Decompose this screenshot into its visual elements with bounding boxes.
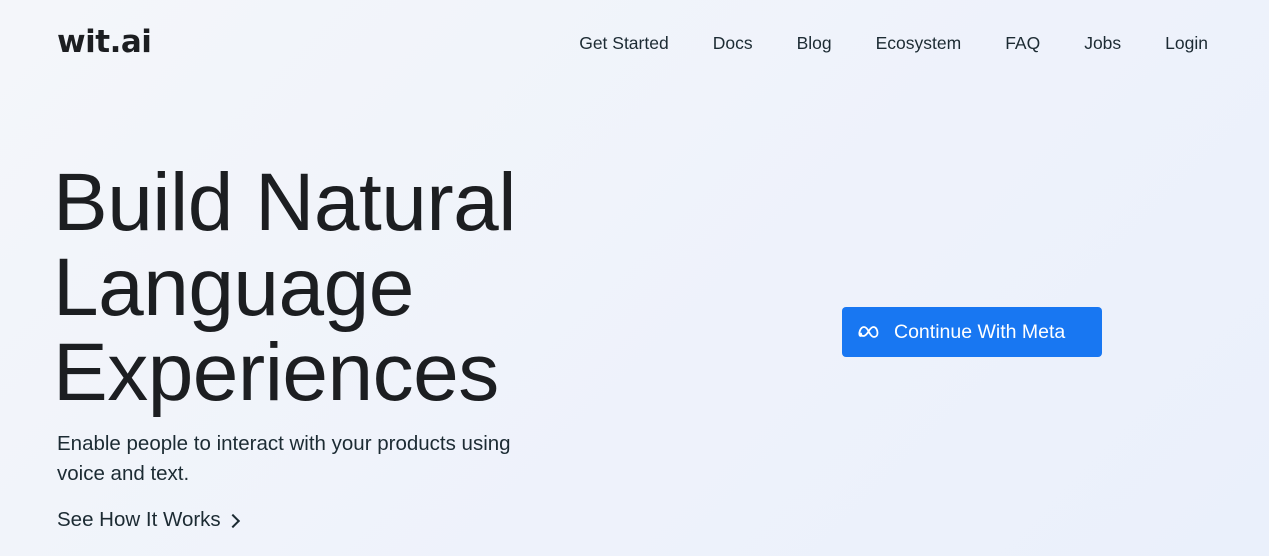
wit-ai-logo[interactable]: wit.ai: [57, 24, 152, 60]
meta-logo-icon: [858, 326, 879, 338]
nav-jobs[interactable]: Jobs: [1084, 31, 1121, 55]
site-header: wit.ai Get Started Docs Blog Ecosystem F…: [0, 0, 1269, 86]
continue-with-meta-label: Continue With Meta: [894, 321, 1066, 343]
nav-login[interactable]: Login: [1165, 31, 1208, 55]
nav-faq[interactable]: FAQ: [1005, 31, 1040, 55]
nav-get-started[interactable]: Get Started: [579, 31, 669, 55]
hero-title: Build Natural Language Experiences: [53, 160, 516, 415]
nav-blog[interactable]: Blog: [797, 31, 832, 55]
main-nav: Get Started Docs Blog Ecosystem FAQ Jobs…: [579, 31, 1208, 55]
see-how-it-works-label: See How It Works: [57, 508, 221, 531]
nav-docs[interactable]: Docs: [713, 31, 753, 55]
continue-with-meta-button[interactable]: Continue With Meta: [842, 307, 1102, 357]
chevron-right-icon: [225, 513, 240, 528]
hero-title-line-3: Experiences: [53, 327, 499, 418]
hero-title-line-1: Build Natural: [53, 157, 516, 248]
hero-subtitle: Enable people to interact with your prod…: [57, 432, 511, 485]
nav-ecosystem[interactable]: Ecosystem: [876, 31, 962, 55]
hero-title-line-2: Language: [53, 242, 414, 333]
see-how-it-works-link[interactable]: See How It Works: [57, 506, 240, 534]
